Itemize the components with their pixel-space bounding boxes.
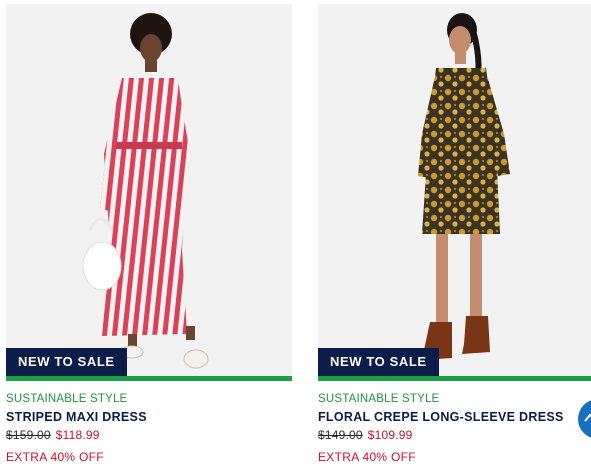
product-name-link[interactable]: FLORAL CREPE LONG-SLEEVE DRESS <box>318 410 591 424</box>
chevron-up-icon <box>584 413 591 422</box>
product-grid: NEW TO SALE SUSTAINABLE STYLE STRIPED MA… <box>0 0 591 467</box>
product-card[interactable]: NEW TO SALE SUSTAINABLE STYLE FLORAL CRE… <box>318 4 591 464</box>
product-name-link[interactable]: STRIPED MAXI DRESS <box>6 410 292 424</box>
product-photo-striped-dress <box>6 4 292 376</box>
new-to-sale-badge: NEW TO SALE <box>6 348 127 376</box>
product-image-link[interactable]: NEW TO SALE <box>6 4 292 376</box>
sustainable-style-tag: SUSTAINABLE STYLE <box>318 393 440 405</box>
product-card[interactable]: NEW TO SALE SUSTAINABLE STYLE STRIPED MA… <box>6 4 292 464</box>
sale-price: $118.99 <box>55 428 100 442</box>
product-image-link[interactable]: NEW TO SALE <box>318 4 591 376</box>
price-row: $149.00 $109.99 <box>318 428 591 442</box>
product-photo-floral-dress <box>318 4 591 376</box>
original-price: $149.00 <box>318 428 363 442</box>
new-to-sale-badge: NEW TO SALE <box>318 348 439 376</box>
price-row: $159.00 $118.99 <box>6 428 292 442</box>
sale-price: $109.99 <box>367 428 413 442</box>
promo-text: EXTRA 40% OFF <box>318 450 416 464</box>
original-price: $159.00 <box>6 428 51 442</box>
sustainable-indicator-bar <box>318 376 591 381</box>
sustainable-indicator-bar <box>6 376 292 381</box>
sustainable-style-tag: SUSTAINABLE STYLE <box>6 393 128 405</box>
promo-text: EXTRA 40% OFF <box>6 450 104 464</box>
